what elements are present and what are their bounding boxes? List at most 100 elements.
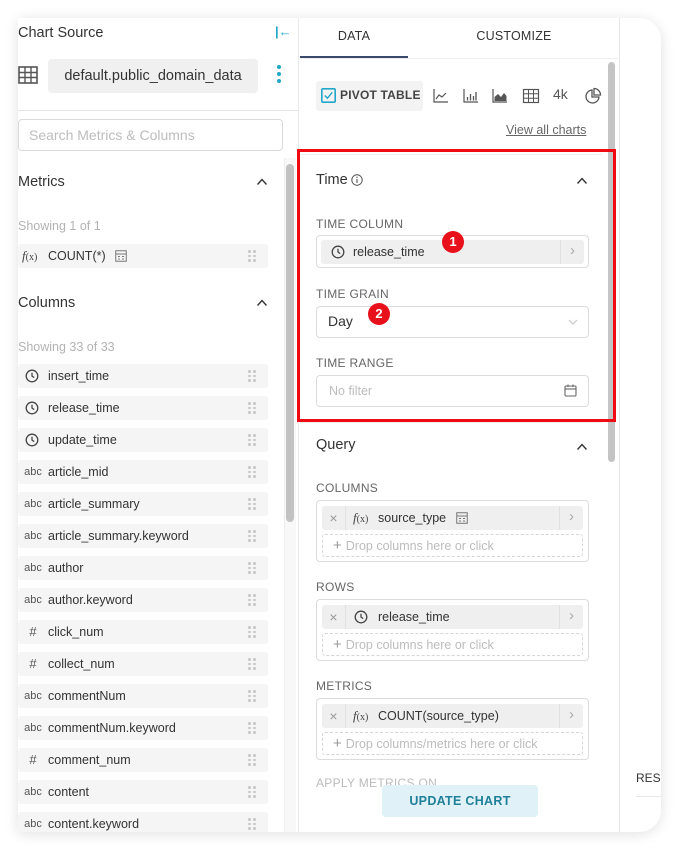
column-item[interactable]: abc author.keyword [18,588,268,612]
column-label: article_summary [48,497,140,511]
close-icon[interactable]: × [322,506,346,530]
string-type-icon: abc [24,594,42,606]
metric-pill-value: COUNT(source_type) [378,709,499,723]
plus-icon: + [333,735,342,752]
tab-data[interactable]: DATA [300,18,408,58]
calculator-icon [115,250,127,262]
column-item[interactable]: abc article_summary.keyword [18,524,268,548]
scrollbar[interactable] [608,62,615,462]
collapse-left-icon[interactable]: |← [275,24,292,39]
drag-handle-icon[interactable] [248,370,256,382]
time-range-field[interactable]: No filter [316,375,589,407]
metric-label: COUNT(*) [48,249,106,263]
info-icon[interactable] [350,174,363,186]
column-label: comment_num [48,753,131,767]
drag-handle-icon[interactable] [248,754,256,766]
drag-handle-icon[interactable] [248,786,256,798]
chevron-right-icon[interactable]: › [559,704,583,728]
metric-pill[interactable]: × f(x) COUNT(source_type) › [322,704,583,728]
bar-chart-icon[interactable] [462,87,480,105]
drag-handle-icon[interactable] [248,466,256,478]
column-item[interactable]: # collect_num [18,652,268,676]
chevron-right-icon[interactable]: › [559,506,583,530]
panel-title: Chart Source [18,25,104,41]
close-icon[interactable]: × [322,704,346,728]
vertical-ellipsis-icon[interactable] [275,65,283,87]
column-item[interactable]: abc commentNum [18,684,268,708]
pie-chart-icon[interactable] [584,87,602,105]
rows-drop-zone[interactable]: + Drop columns here or click [322,633,583,656]
drag-handle-icon[interactable] [248,690,256,702]
chevron-up-icon[interactable] [256,297,268,309]
clock-icon [331,245,345,259]
columns-count: Showing 33 of 33 [18,340,115,354]
metrics-drop-zone[interactable]: + Drop columns/metrics here or click [322,732,583,755]
row-pill[interactable]: × release_time › [322,605,583,629]
column-item[interactable]: insert_time [18,364,268,388]
column-pill[interactable]: × f(x) source_type › [322,506,583,530]
time-section-title[interactable]: Time [316,172,363,188]
column-item[interactable]: abc article_summary [18,492,268,516]
column-item[interactable]: # comment_num [18,748,268,772]
view-all-charts-link[interactable]: View all charts [506,123,586,137]
function-icon: f(x) [353,510,369,525]
query-section-title[interactable]: Query [316,437,356,453]
column-item[interactable]: abc author [18,556,268,580]
column-item[interactable]: abc article_mid [18,460,268,484]
column-item[interactable]: # click_num [18,620,268,644]
time-grain-label: TIME GRAIN [316,287,390,301]
drag-handle-icon[interactable] [248,402,256,414]
clock-icon [354,610,368,624]
tab-results[interactable]: RESULTS [636,771,661,785]
chevron-down-icon [568,319,578,325]
chevron-right-icon[interactable]: › [560,240,584,264]
time-grain-value: Day [328,313,353,329]
columns-heading: Columns [18,295,76,311]
tab-customize[interactable]: CUSTOMIZE [408,18,620,58]
column-label: content.keyword [48,817,140,831]
string-type-icon: abc [24,562,42,574]
results-panel: RESULTS [621,18,661,832]
chevron-up-icon[interactable] [576,175,588,187]
string-type-icon: abc [24,466,42,478]
column-item[interactable]: release_time [18,396,268,420]
big-number-icon[interactable]: 4k [553,86,568,102]
drag-handle-icon[interactable] [248,818,256,830]
table-icon[interactable] [522,87,540,105]
metric-item[interactable]: f(x) COUNT(*) [18,244,268,268]
drag-handle-icon[interactable] [248,530,256,542]
column-item[interactable]: abc content [18,780,268,804]
drag-handle-icon[interactable] [248,658,256,670]
drag-handle-icon[interactable] [248,434,256,446]
drag-handle-icon[interactable] [248,498,256,510]
close-icon[interactable]: × [322,605,346,629]
datasource-name[interactable]: default.public_domain_data [48,59,258,93]
chevron-up-icon[interactable] [576,441,588,453]
area-chart-icon[interactable] [491,87,509,105]
chart-type-pivot-table[interactable]: PIVOT TABLE [316,81,423,111]
drag-handle-icon[interactable] [248,594,256,606]
update-chart-button[interactable]: UPDATE CHART [382,785,538,817]
chevron-right-icon[interactable]: › [559,605,583,629]
time-section-label: Time [316,172,348,188]
time-grain-select[interactable]: Day [316,306,589,338]
drag-handle-icon[interactable] [248,626,256,638]
column-pill-value: source_type [378,511,447,525]
drag-handle-icon[interactable] [248,250,256,262]
numeric-type-icon: # [29,752,37,767]
columns-drop-zone[interactable]: + Drop columns here or click [322,534,583,557]
chevron-up-icon[interactable] [256,176,268,188]
calculator-icon [456,512,468,524]
column-label: commentNum.keyword [48,721,176,735]
string-type-icon: abc [24,530,42,542]
line-chart-icon[interactable] [432,87,450,105]
time-range-placeholder: No filter [329,384,373,398]
drag-handle-icon[interactable] [248,562,256,574]
column-item[interactable]: abc content.keyword [18,812,268,832]
column-item[interactable]: abc commentNum.keyword [18,716,268,740]
scrollbar[interactable] [286,164,294,522]
column-item[interactable]: update_time [18,428,268,452]
drag-handle-icon[interactable] [248,722,256,734]
search-input[interactable] [18,119,283,151]
clock-icon [25,401,39,415]
